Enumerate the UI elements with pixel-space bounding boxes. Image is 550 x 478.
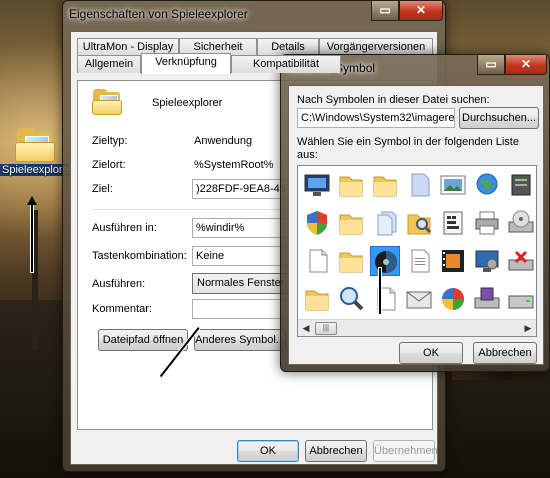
ziel-label: Ziel: xyxy=(92,183,113,195)
search-icon[interactable] xyxy=(336,284,366,314)
restore-button[interactable]: ▭ xyxy=(477,55,505,75)
blank-icon[interactable] xyxy=(404,170,434,200)
drive-icon[interactable] xyxy=(506,284,536,314)
horizontal-scrollbar[interactable]: ◀ ||| ▶ xyxy=(298,319,536,336)
documents-icon[interactable] xyxy=(370,208,400,238)
choose-label: Wählen Sie ein Symbol in der folgenden L… xyxy=(297,136,519,161)
ausfuehren-label: Ausführen: xyxy=(92,278,146,290)
window-title: Eigenschaften von Spieleexplorer xyxy=(69,7,248,21)
close-button[interactable]: ✕ xyxy=(505,55,547,75)
browse-button[interactable]: Durchsuchen... xyxy=(459,107,539,129)
kommentar-label: Kommentar: xyxy=(92,303,152,315)
printer-icon[interactable] xyxy=(472,208,502,238)
ok-button[interactable]: OK xyxy=(399,342,463,364)
picture-icon[interactable] xyxy=(438,170,468,200)
folder-icon[interactable] xyxy=(336,170,366,200)
change-icon-window: Anderes Symbol ▭ ✕ Nach Symbolen in dies… xyxy=(280,54,550,372)
globe-network-icon[interactable] xyxy=(472,170,502,200)
folder-search-icon[interactable] xyxy=(404,208,434,238)
folder-icon xyxy=(92,89,122,115)
page-lines-icon[interactable] xyxy=(404,246,434,276)
cancel-button[interactable]: Abbrechen xyxy=(305,440,367,462)
folder-icon xyxy=(15,128,55,162)
dialog-body: Nach Symbolen in dieser Datei suchen: C:… xyxy=(288,85,544,365)
ok-button[interactable]: OK xyxy=(237,440,299,462)
monitor-settings-icon[interactable] xyxy=(472,246,502,276)
icon-list[interactable]: ◀ ||| ▶ xyxy=(297,165,537,337)
selected-game-icon[interactable] xyxy=(370,246,400,276)
folder-icon[interactable] xyxy=(370,170,400,200)
anderes-symbol-button[interactable]: Anderes Symbol... xyxy=(194,329,286,351)
minimize-button[interactable]: ▭ xyxy=(371,1,399,21)
zieltyp-value: Anwendung xyxy=(194,135,253,147)
zielort-label: Zielort: xyxy=(92,159,126,171)
scroll-right-arrow[interactable]: ▶ xyxy=(520,321,536,336)
disc-drive-icon[interactable] xyxy=(506,208,536,238)
folder-icon[interactable] xyxy=(336,246,366,276)
search-label: Nach Symbolen in dieser Datei suchen: xyxy=(297,94,490,106)
annotation-arrow xyxy=(31,200,33,272)
film-icon[interactable] xyxy=(438,246,468,276)
page-icon[interactable] xyxy=(302,246,332,276)
shortcut-name: Spieleexplorer xyxy=(152,97,223,109)
keyboard-icon[interactable] xyxy=(438,208,468,238)
server-icon[interactable] xyxy=(506,170,536,200)
monitor-icon[interactable] xyxy=(302,170,332,200)
page-icon[interactable] xyxy=(370,284,400,314)
tab-kompatibilitaet[interactable]: Kompatibilität xyxy=(231,55,341,73)
pie-chart-icon[interactable] xyxy=(438,284,468,314)
tab-allgemein[interactable]: Allgemein xyxy=(77,55,141,73)
cancel-button[interactable]: Abbrechen xyxy=(473,342,537,364)
folder-icon[interactable] xyxy=(302,284,332,314)
zielort-value: %SystemRoot% xyxy=(194,159,274,171)
annotation-arrow xyxy=(379,268,381,314)
close-button[interactable]: ✕ xyxy=(399,1,443,21)
tab-verknuepfung[interactable]: Verknüpfung xyxy=(141,53,231,74)
tastenkombination-label: Tastenkombination: xyxy=(92,250,187,262)
dateipfad-oeffnen-button[interactable]: Dateipfad öffnen xyxy=(98,329,188,351)
divider xyxy=(92,209,292,210)
scrollbar-thumb[interactable]: ||| xyxy=(315,322,337,335)
apply-button[interactable]: Übernehmen xyxy=(373,440,438,462)
annotation-arrow-head xyxy=(27,196,37,205)
path-input[interactable]: C:\Windows\System32\imageres.dl xyxy=(297,108,455,128)
scroll-left-arrow[interactable]: ◀ xyxy=(298,321,314,336)
ausfuehren-in-label: Ausführen in: xyxy=(92,222,157,234)
shield-icon[interactable] xyxy=(302,208,332,238)
folder-icon[interactable] xyxy=(336,208,366,238)
mail-icon[interactable] xyxy=(404,284,434,314)
network-error-icon[interactable] xyxy=(506,246,536,276)
zieltyp-label: Zieltyp: xyxy=(92,135,128,147)
desktop-icon-spieleexplorer[interactable]: Spieleexplorer xyxy=(0,128,75,176)
floppy-drive-icon[interactable] xyxy=(472,284,502,314)
